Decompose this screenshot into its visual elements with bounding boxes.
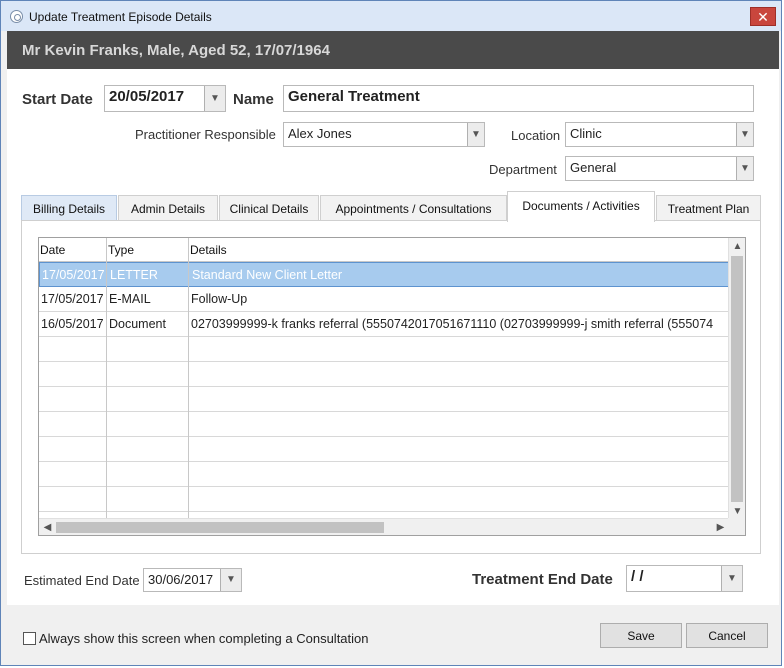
form-content: Start Date 20/05/2017 ▼ Name General Tre… — [7, 69, 779, 605]
name-label: Name — [233, 91, 274, 108]
tab-treatment-plan[interactable]: Treatment Plan — [656, 195, 761, 221]
documents-panel: Date Type Details 17/05/2017 LETTER Stan… — [21, 220, 761, 554]
treatment-end-date-value: / / — [631, 568, 644, 585]
row-details: 02703999999-k franks referral (555074201… — [191, 317, 714, 331]
tab-documents-activities[interactable]: Documents / Activities — [507, 191, 655, 222]
save-button[interactable]: Save — [600, 623, 682, 648]
title-bar: Update Treatment Episode Details ✕ — [1, 1, 781, 31]
scroll-right-icon[interactable]: ▶ — [712, 519, 729, 535]
row-details: Follow-Up — [191, 292, 248, 306]
documents-grid[interactable]: Date Type Details 17/05/2017 LETTER Stan… — [38, 237, 746, 536]
app-icon — [10, 10, 23, 23]
vertical-scroll-thumb[interactable] — [731, 256, 743, 502]
patient-banner: Mr Kevin Franks, Male, Aged 52, 17/07/19… — [7, 31, 779, 69]
practitioner-label: Practitioner Responsible — [135, 127, 276, 142]
table-row-empty — [39, 437, 729, 462]
table-row[interactable]: 17/05/2017 LETTER Standard New Client Le… — [39, 262, 729, 287]
row-type: Document — [109, 317, 166, 331]
tab-strip: Billing Details Admin Details Clinical D… — [21, 191, 761, 222]
start-date-value: 20/05/2017 — [109, 88, 185, 105]
chevron-down-icon[interactable]: ▼ — [721, 566, 742, 591]
row-date: 16/05/2017 — [41, 317, 104, 331]
row-type: LETTER — [110, 268, 158, 282]
scrollbar-corner — [728, 518, 745, 535]
table-row-empty — [39, 337, 729, 362]
column-divider — [106, 238, 107, 520]
column-divider — [188, 238, 189, 520]
always-show-label[interactable]: Always show this screen when completing … — [39, 631, 369, 646]
window-title: Update Treatment Episode Details — [29, 10, 212, 24]
row-type: E-MAIL — [109, 292, 151, 306]
start-date-picker[interactable]: 20/05/2017 ▼ — [104, 85, 226, 112]
tab-billing-details[interactable]: Billing Details — [21, 195, 117, 221]
practitioner-select[interactable]: Alex Jones ▼ — [283, 122, 485, 147]
vertical-scrollbar[interactable]: ▲ ▼ — [728, 238, 745, 520]
table-row-empty — [39, 412, 729, 437]
estimated-end-date-value: 30/06/2017 — [148, 572, 214, 587]
department-select[interactable]: General ▼ — [565, 156, 754, 181]
estimated-end-date-picker[interactable]: 30/06/2017 ▼ — [143, 568, 242, 592]
table-row[interactable]: 16/05/2017 Document 02703999999-k franks… — [39, 312, 729, 337]
row-details: Standard New Client Letter — [192, 268, 343, 282]
table-row[interactable]: 17/05/2017 E-MAIL Follow-Up — [39, 287, 729, 312]
row-date: 17/05/2017 — [41, 292, 104, 306]
horizontal-scroll-thumb[interactable] — [56, 522, 384, 533]
location-label: Location — [511, 128, 561, 143]
practitioner-value: Alex Jones — [288, 126, 352, 141]
scroll-left-icon[interactable]: ◀ — [39, 519, 56, 535]
table-row-empty — [39, 487, 729, 512]
chevron-down-icon[interactable]: ▼ — [736, 123, 753, 146]
chevron-down-icon[interactable]: ▼ — [467, 123, 484, 146]
grid-rows: 17/05/2017 LETTER Standard New Client Le… — [39, 262, 729, 520]
grid-header: Date Type Details — [39, 238, 729, 262]
chevron-down-icon[interactable]: ▼ — [204, 86, 225, 111]
start-date-label: Start Date — [22, 91, 93, 108]
table-row-empty — [39, 362, 729, 387]
location-select[interactable]: Clinic ▼ — [565, 122, 754, 147]
table-row-empty — [39, 462, 729, 487]
department-value: General — [570, 160, 617, 175]
bottom-bar: Always show this screen when completing … — [7, 605, 779, 663]
tab-appointments-consultations[interactable]: Appointments / Consultations — [320, 195, 507, 221]
treatment-end-date-label: Treatment End Date — [472, 571, 613, 588]
cancel-button[interactable]: Cancel — [686, 623, 768, 648]
column-header-type[interactable]: Type — [107, 238, 188, 262]
table-row-empty — [39, 387, 729, 412]
dialog-window: Update Treatment Episode Details ✕ Mr Ke… — [0, 0, 782, 666]
name-input[interactable]: General Treatment — [283, 85, 754, 112]
scroll-up-icon[interactable]: ▲ — [729, 238, 745, 255]
column-header-details[interactable]: Details — [189, 238, 689, 262]
close-icon[interactable]: ✕ — [750, 7, 776, 26]
always-show-checkbox[interactable] — [23, 632, 36, 645]
horizontal-scrollbar[interactable]: ◀ ▶ — [39, 518, 729, 535]
department-label: Department — [489, 162, 557, 177]
column-header-date[interactable]: Date — [39, 238, 106, 262]
location-value: Clinic — [570, 126, 602, 141]
tab-admin-details[interactable]: Admin Details — [118, 195, 218, 221]
estimated-end-date-label: Estimated End Date — [24, 573, 140, 588]
tab-clinical-details[interactable]: Clinical Details — [219, 195, 319, 221]
chevron-down-icon[interactable]: ▼ — [736, 157, 753, 180]
treatment-end-date-picker[interactable]: / / ▼ — [626, 565, 743, 592]
row-date: 17/05/2017 — [42, 268, 105, 282]
chevron-down-icon[interactable]: ▼ — [220, 569, 241, 591]
